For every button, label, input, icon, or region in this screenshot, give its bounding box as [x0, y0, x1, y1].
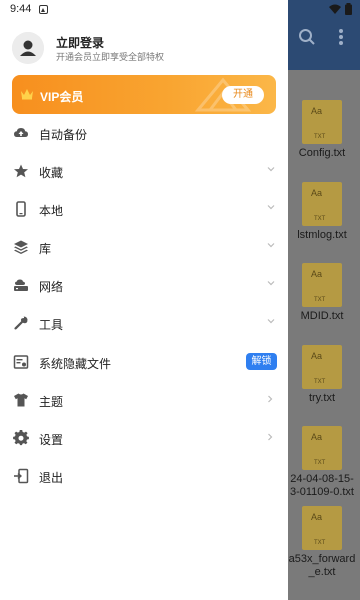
network-drive-icon — [14, 279, 28, 291]
txt-file-icon: Aa TXT — [302, 345, 342, 389]
file-item[interactable]: Aa TXT MDID.txt — [284, 263, 360, 323]
login-title[interactable]: 立即登录 — [56, 34, 104, 51]
menu-item-favorites[interactable]: 收藏 — [0, 152, 288, 190]
txt-file-icon: Aa TXT — [302, 100, 342, 144]
file-name: Config.txt — [298, 147, 346, 159]
file-item[interactable]: Aa TXT Config.txt — [284, 100, 360, 160]
menu-item-exit[interactable]: 退出 — [0, 457, 288, 495]
menu-item-hidden-files[interactable]: 系统隐藏文件 解锁 — [0, 343, 288, 381]
file-item[interactable]: Aa TXT try.txt — [284, 345, 360, 405]
menu-item-label: 系统隐藏文件 — [39, 357, 112, 371]
menu-item-settings[interactable]: 设置 — [0, 419, 288, 457]
txt-file-icon: Aa TXT — [302, 263, 342, 307]
login-subtitle: 开通会员立即享受全部特权 — [56, 52, 165, 62]
vip-banner[interactable]: VIP会员 开通 — [12, 75, 276, 114]
menu-item-label: 收藏 — [39, 166, 64, 180]
file-item[interactable]: Aa TXT lstmlog.txt — [284, 182, 360, 242]
crown-icon — [21, 89, 33, 100]
menu-item-theme[interactable]: 主题 — [0, 381, 288, 419]
cloud-backup-icon — [14, 128, 28, 137]
menu-item-label: 工具 — [39, 318, 64, 332]
file-name: 24-04-08-15- 3-01109-0.txt — [289, 473, 354, 498]
shirt-icon — [14, 393, 28, 407]
file-item[interactable]: Aa TXT 24-04-08-15- 3-01109-0.txt — [284, 426, 360, 499]
txt-file-icon: Aa TXT — [302, 506, 342, 550]
file-name: a53x_forward _e.txt — [288, 553, 356, 578]
layers-icon — [14, 240, 28, 254]
phone-icon — [16, 201, 26, 217]
star-icon — [14, 164, 28, 178]
status-bar: 9:44 — [0, 0, 360, 18]
status-time: 9:44 — [10, 3, 32, 15]
menu-item-label: 设置 — [39, 433, 64, 447]
menu-item-local[interactable]: 本地 — [0, 190, 288, 228]
menu-item-label: 网络 — [39, 280, 64, 294]
notification-icon — [39, 4, 49, 14]
hidden-file-icon — [13, 355, 29, 369]
login-profile[interactable]: 立即登录 开通会员立即享受全部特权 — [0, 26, 288, 70]
avatar[interactable] — [12, 32, 44, 64]
menu-item-label: 退出 — [39, 471, 64, 485]
menu-item-label: 自动备份 — [39, 128, 88, 142]
menu-item-network[interactable]: 网络 — [0, 266, 288, 304]
chevron-down-icon — [267, 319, 275, 324]
chevron-right-icon — [268, 395, 273, 403]
wifi-icon — [329, 4, 341, 14]
chevron-down-icon — [267, 281, 275, 286]
chevron-down-icon — [267, 205, 275, 210]
gear-icon — [13, 430, 29, 446]
chevron-right-icon — [268, 433, 273, 441]
menu-item-label: 本地 — [39, 204, 64, 218]
file-item[interactable]: Aa TXT a53x_forward _e.txt — [284, 506, 360, 579]
chevron-down-icon — [267, 167, 275, 172]
menu-item-label: 库 — [39, 242, 52, 256]
txt-file-icon: Aa TXT — [302, 182, 342, 226]
menu-item-auto-backup[interactable]: 自动备份 — [0, 114, 288, 152]
menu-item-library[interactable]: 库 — [0, 228, 288, 266]
vip-label: VIP会员 — [40, 90, 84, 104]
menu-item-label: 主题 — [39, 395, 64, 409]
file-name: lstmlog.txt — [297, 229, 347, 241]
vip-open-button[interactable]: 开通 — [222, 86, 264, 104]
search-icon[interactable] — [298, 28, 316, 51]
navigation-drawer: 立即登录 开通会员立即享受全部特权 VIP会员 开通 自动备份 收藏 本地 库 … — [0, 0, 288, 600]
file-name: try.txt — [308, 392, 336, 404]
exit-icon — [14, 468, 29, 484]
unlock-badge[interactable]: 解锁 — [246, 353, 277, 370]
wrench-icon — [14, 316, 28, 330]
more-options-icon[interactable] — [338, 28, 344, 51]
txt-file-icon: Aa TXT — [302, 426, 342, 470]
file-name: MDID.txt — [300, 310, 344, 322]
menu-item-tools[interactable]: 工具 — [0, 304, 288, 342]
chevron-down-icon — [267, 243, 275, 248]
battery-icon — [345, 3, 352, 15]
